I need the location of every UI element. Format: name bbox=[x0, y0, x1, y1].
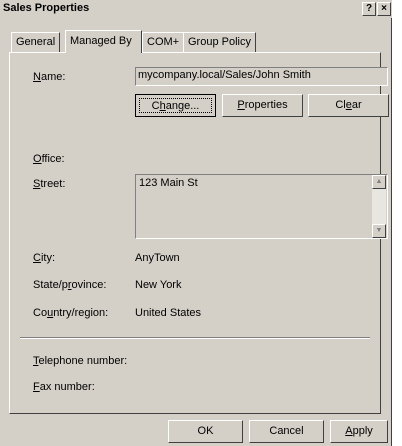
street-value: 123 Main St bbox=[139, 177, 198, 189]
tab-managed-by[interactable]: Managed By bbox=[65, 30, 142, 53]
apply-button[interactable]: Apply bbox=[330, 420, 388, 443]
title-bar: Sales Properties ? × bbox=[0, 0, 392, 18]
name-label: Name: bbox=[33, 71, 66, 83]
country-value: United States bbox=[135, 307, 202, 319]
window-title: Sales Properties bbox=[3, 2, 90, 14]
office-label: Office: bbox=[33, 153, 65, 165]
properties-dialog: Sales Properties ? × General Managed By … bbox=[0, 0, 392, 446]
properties-button[interactable]: Properties bbox=[222, 94, 303, 117]
separator-line bbox=[20, 337, 370, 339]
tab-com-plus[interactable]: COM+ bbox=[142, 32, 185, 52]
managed-by-panel: Name: mycompany.local/Sales/John Smith C… bbox=[9, 52, 389, 414]
city-label: City: bbox=[33, 252, 56, 264]
up-arrow-icon[interactable]: ▲ bbox=[372, 175, 386, 189]
city-value: AnyTown bbox=[135, 252, 180, 264]
close-button[interactable]: × bbox=[377, 2, 391, 16]
tab-general[interactable]: General bbox=[11, 32, 61, 52]
street-textarea[interactable]: 123 Main St ▲ ▼ bbox=[135, 174, 388, 239]
change-button[interactable]: Change... bbox=[135, 94, 216, 117]
cancel-button[interactable]: Cancel bbox=[249, 420, 324, 443]
ok-button[interactable]: OK bbox=[168, 420, 243, 443]
name-field[interactable]: mycompany.local/Sales/John Smith bbox=[135, 67, 388, 86]
tab-group-policy[interactable]: Group Policy bbox=[183, 32, 256, 52]
state-label: State/province: bbox=[33, 279, 107, 291]
focus-indicator: Change... bbox=[139, 98, 212, 113]
telephone-label: Telephone number: bbox=[33, 355, 128, 367]
fax-label: Fax number: bbox=[33, 381, 95, 393]
street-scrollbar[interactable]: ▲ ▼ bbox=[372, 175, 386, 238]
clear-button[interactable]: Clear bbox=[308, 94, 389, 117]
help-button[interactable]: ? bbox=[362, 2, 376, 16]
country-label: Country/region: bbox=[33, 307, 109, 319]
state-value: New York bbox=[135, 279, 182, 291]
down-arrow-icon[interactable]: ▼ bbox=[372, 224, 386, 238]
street-label: Street: bbox=[33, 178, 66, 190]
